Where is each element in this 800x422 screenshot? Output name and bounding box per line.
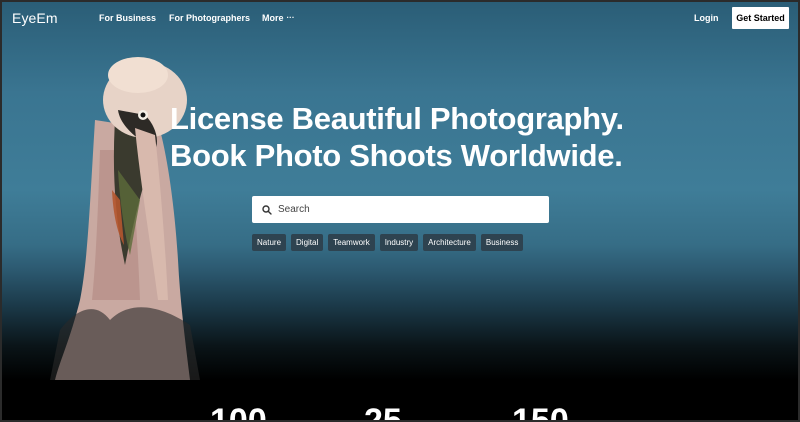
suggested-tags: Nature Digital Teamwork Industry Archite… [252,234,524,251]
headline-line-2: Book Photo Shoots Worldwide. [170,138,623,173]
tag-teamwork[interactable]: Teamwork [328,234,375,251]
top-navigation: EyeEm For Business For Photographers Mor… [0,0,800,36]
stat-value: 100 [210,404,267,422]
stat-value: 25 [364,404,402,422]
tag-industry[interactable]: Industry [379,234,419,251]
nav-more-label: More [262,13,284,23]
search-input[interactable] [278,199,528,220]
tag-business[interactable]: Business [480,234,524,251]
nav-for-business[interactable]: For Business [99,13,156,23]
get-started-button[interactable]: Get Started [732,7,789,29]
nav-more-menu[interactable]: More ··· [262,13,295,23]
stat-value: 150 [512,404,569,422]
eyeem-logo[interactable]: EyeEm [12,10,58,26]
nav-for-photographers[interactable]: For Photographers [169,13,250,23]
tag-digital[interactable]: Digital [291,234,324,251]
hero-section: EyeEm For Business For Photographers Mor… [0,0,800,422]
tag-nature[interactable]: Nature [252,234,287,251]
search-bar[interactable] [252,196,549,223]
hero-headline: License Beautiful Photography. Book Phot… [170,100,650,174]
more-dots-icon: ··· [286,13,295,22]
tag-architecture[interactable]: Architecture [423,234,476,251]
login-link[interactable]: Login [694,13,719,23]
stats-row: 100 25 150 [0,404,800,422]
headline-line-1: License Beautiful Photography. [170,101,624,136]
search-icon [256,196,278,223]
